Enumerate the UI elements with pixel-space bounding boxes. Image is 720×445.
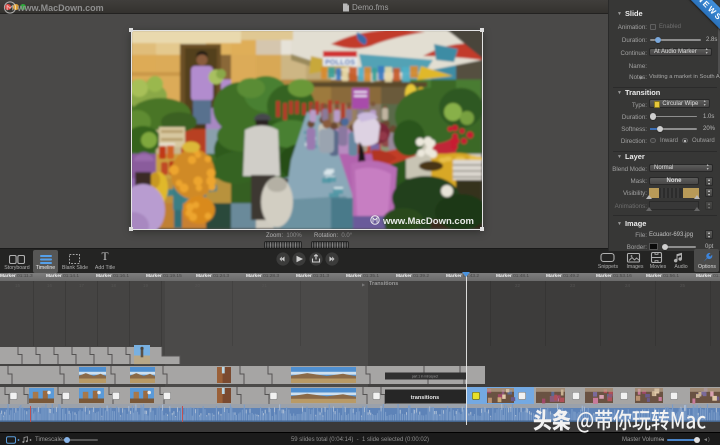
svg-text:part 1 in introspect: part 1 in introspect — [412, 374, 438, 378]
svg-text:transitions: transitions — [411, 395, 440, 401]
